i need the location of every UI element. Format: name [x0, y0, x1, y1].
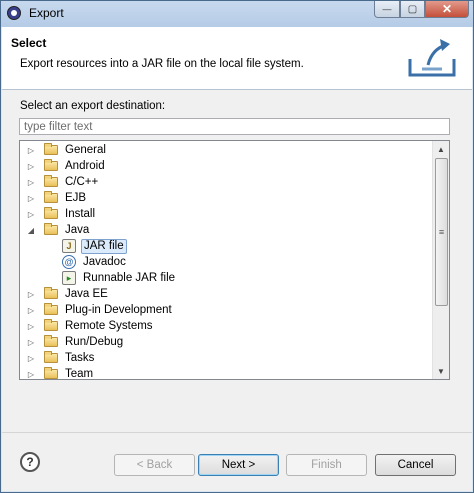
destination-label: Select an export destination: — [20, 100, 166, 112]
expand-arrow-icon[interactable]: ▷ — [26, 366, 36, 379]
eclipse-app-icon — [7, 6, 21, 20]
button-bar: ? < Back Next > Finish Cancel — [2, 432, 472, 491]
help-icon[interactable]: ? — [20, 452, 40, 472]
page-title: Select — [11, 36, 47, 50]
expand-arrow-icon[interactable]: ▷ — [26, 302, 36, 318]
tree-scrollbar[interactable]: ▲ ≡ ▼ — [432, 141, 449, 379]
folder-icon — [44, 351, 58, 363]
tree-item-label: JAR file — [81, 238, 127, 254]
tree-item-label: Javadoc — [83, 256, 126, 268]
tree-item-label: Tasks — [65, 352, 95, 364]
tree-item-install[interactable]: ▷ Install — [26, 206, 97, 222]
expand-arrow-icon[interactable]: ▷ — [26, 286, 36, 302]
export-banner-icon — [408, 39, 456, 77]
folder-icon — [44, 223, 58, 235]
tree-item-label: Android — [65, 160, 105, 172]
maximize-icon: ▢ — [407, 3, 418, 15]
wizard-header: Select Export resources into a JAR file … — [2, 27, 472, 90]
runnable-jar-icon: ▸ — [62, 271, 76, 285]
jar-file-icon: J — [62, 239, 76, 253]
tree-item-label: Team — [65, 368, 94, 380]
back-button[interactable]: < Back — [114, 454, 195, 476]
folder-icon — [44, 303, 58, 315]
expand-arrow-icon[interactable]: ▷ — [26, 142, 36, 158]
javadoc-icon: @ — [62, 255, 76, 269]
expand-arrow-icon[interactable]: ▷ — [26, 174, 36, 190]
folder-icon — [44, 319, 58, 331]
tree-item-label: Runnable JAR file — [83, 272, 176, 284]
folder-icon — [44, 175, 58, 187]
tree-item-tasks[interactable]: ▷ Tasks — [26, 350, 96, 366]
close-button[interactable]: ✕ — [425, 1, 469, 18]
tree-item-javadoc[interactable]: @ Javadoc — [62, 254, 128, 270]
minimize-icon: — — [382, 4, 392, 14]
tree-item-plug-in-development[interactable]: ▷ Plug-in Development — [26, 302, 174, 318]
tree-item-label: Plug-in Development — [65, 304, 172, 316]
tree-item-label: EJB — [65, 192, 87, 204]
tree-item-remote-systems[interactable]: ▷ Remote Systems — [26, 318, 155, 334]
tree-item-java[interactable]: ◢ Java — [26, 222, 91, 238]
window-title: Export — [29, 6, 64, 20]
export-dialog: Export — ▢ ✕ Select Export resources int… — [0, 0, 474, 493]
tree-item-label: Run/Debug — [65, 336, 124, 348]
wizard-body: Select an export destination: ▷ General … — [2, 90, 472, 432]
folder-icon — [44, 287, 58, 299]
scrollbar-thumb[interactable]: ≡ — [435, 158, 448, 306]
tree-item-label: Java — [65, 224, 90, 236]
tree-item-c-cpp[interactable]: ▷ C/C++ — [26, 174, 100, 190]
cancel-button[interactable]: Cancel — [375, 454, 456, 476]
grip-icon: ≡ — [438, 227, 445, 237]
title-bar[interactable]: Export — ▢ ✕ — [1, 1, 473, 27]
folder-icon — [44, 367, 58, 379]
export-destination-tree[interactable]: ▷ General ▷ Android ▷ C/C++ ▷ EJB ▷ Inst… — [19, 140, 450, 380]
expand-arrow-icon[interactable]: ▷ — [26, 190, 36, 206]
tree-item-label: Install — [65, 208, 96, 220]
expand-arrow-icon[interactable]: ▷ — [26, 334, 36, 350]
tree-item-team[interactable]: ▷ Team — [26, 366, 95, 380]
window-controls: — ▢ ✕ — [374, 1, 469, 19]
page-description: Export resources into a JAR file on the … — [20, 58, 304, 70]
tree-item-general[interactable]: ▷ General — [26, 142, 108, 158]
folder-icon — [44, 159, 58, 171]
tree-item-label: Java EE — [65, 288, 108, 300]
tree-item-label: General — [65, 144, 106, 156]
maximize-button[interactable]: ▢ — [400, 1, 425, 18]
tree-item-jar-file[interactable]: J JAR file — [62, 238, 127, 254]
folder-icon — [44, 207, 58, 219]
tree-item-label: C/C++ — [65, 176, 99, 188]
collapse-arrow-icon[interactable]: ◢ — [26, 222, 36, 238]
tree-item-run-debug[interactable]: ▷ Run/Debug — [26, 334, 125, 350]
expand-arrow-icon[interactable]: ▷ — [26, 318, 36, 334]
finish-button[interactable]: Finish — [286, 454, 367, 476]
folder-icon — [44, 335, 58, 347]
tree-item-label: Remote Systems — [65, 320, 153, 332]
scroll-down-icon[interactable]: ▼ — [433, 363, 449, 379]
close-icon: ✕ — [441, 2, 453, 16]
expand-arrow-icon[interactable]: ▷ — [26, 206, 36, 222]
expand-arrow-icon[interactable]: ▷ — [26, 350, 36, 366]
tree-item-android[interactable]: ▷ Android — [26, 158, 107, 174]
scroll-up-icon[interactable]: ▲ — [433, 141, 449, 157]
expand-arrow-icon[interactable]: ▷ — [26, 158, 36, 174]
tree-item-ejb[interactable]: ▷ EJB — [26, 190, 88, 206]
tree-item-java-ee[interactable]: ▷ Java EE — [26, 286, 110, 302]
minimize-button[interactable]: — — [374, 1, 400, 18]
filter-input[interactable] — [19, 118, 450, 135]
folder-icon — [44, 143, 58, 155]
next-button[interactable]: Next > — [198, 454, 279, 476]
tree-item-runnable-jar-file[interactable]: ▸ Runnable JAR file — [62, 270, 177, 286]
folder-icon — [44, 191, 58, 203]
